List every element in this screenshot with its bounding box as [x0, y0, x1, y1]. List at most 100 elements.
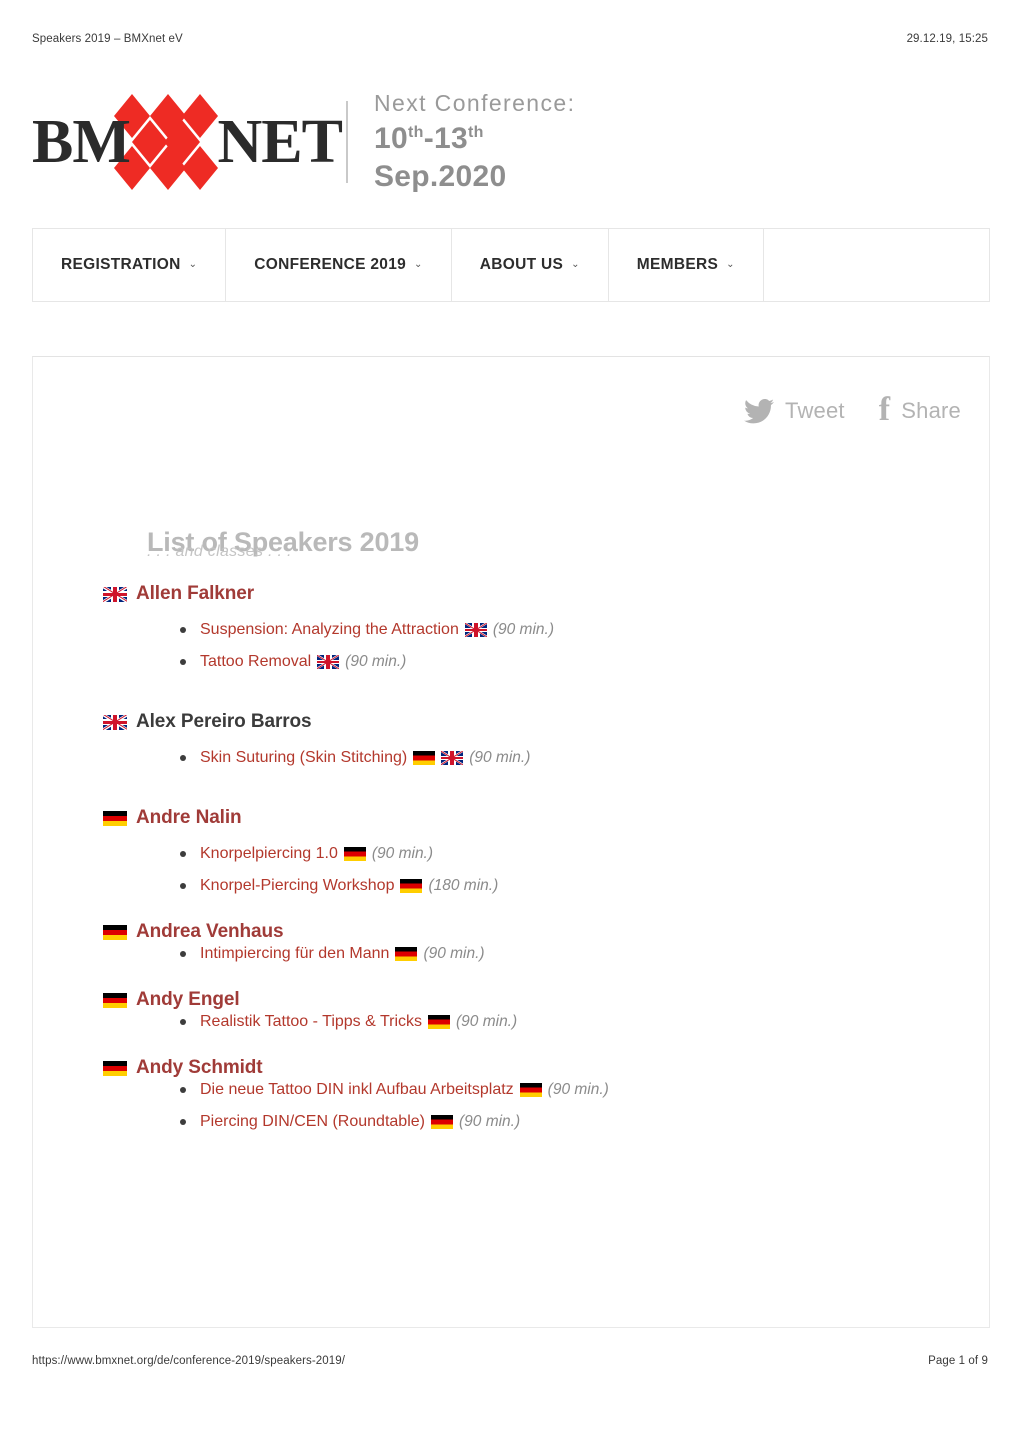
speaker-header: Andy Engel [33, 989, 991, 1011]
chevron-down-icon: ⌄ [726, 258, 735, 270]
logo-date-to-sup: th [467, 124, 484, 142]
print-header: Speakers 2019 – BMXnet eV 29.12.19, 15:2… [0, 33, 1020, 45]
speaker-header: Andrea Venhaus [33, 921, 991, 943]
speaker-entry: Andre Nalin Knorpelpiercing 1.0 (90 min.) K… [33, 807, 991, 895]
logo-x-diamond-icon [114, 94, 218, 190]
site-logo[interactable]: BMXXNET Next Conference: 10th-13th Sep.2… [32, 86, 592, 198]
print-header-title: Speakers 2019 – BMXnet eV [32, 33, 183, 45]
speaker-entry: Andy Engel Realistik Tattoo - Tipps & Tri… [33, 989, 991, 1031]
class-duration: (90 min.) [456, 1013, 518, 1030]
class-title[interactable]: Skin Suturing (Skin Stitching) [200, 749, 407, 767]
page-subtitle: . . . and classes . . . [147, 543, 292, 560]
class-title[interactable]: Intimpiercing für den Mann [200, 945, 389, 963]
speaker-entry: Andrea Venhaus Intimpiercing für den Mann… [33, 921, 991, 963]
class-item: Intimpiercing für den Mann (90 min.) [178, 945, 991, 963]
nav-item-members[interactable]: MEMBERS ⌄ [609, 229, 764, 301]
chevron-down-icon: ⌄ [571, 258, 580, 270]
nav-item-registration[interactable]: REGISTRATION ⌄ [33, 229, 227, 301]
speaker-name[interactable]: Andy Schmidt [136, 1057, 263, 1079]
class-title[interactable]: Tattoo Removal [200, 653, 311, 671]
class-item: Tattoo Removal (90 min.) [178, 653, 991, 671]
class-item: Realistik Tattoo - Tipps & Tricks (90 min… [178, 1013, 991, 1031]
print-footer: https://www.bmxnet.org/de/conference-201… [0, 1355, 1020, 1367]
speaker-classes: Die neue Tattoo DIN inkl Aufbau Arbeitsp… [33, 1081, 991, 1131]
nav-item-conference-2019[interactable]: CONFERENCE 2019 ⌄ [226, 229, 452, 301]
speaker-classes: Suspension: Analyzing the Attraction (90 … [33, 621, 991, 671]
speaker-header: Alex Pereiro Barros [33, 711, 991, 733]
flag-uk-icon [103, 714, 127, 730]
flag-germany-icon [103, 1060, 127, 1076]
flag-germany-icon [430, 1115, 453, 1129]
speaker-classes: Realistik Tattoo - Tipps & Tricks (90 min… [33, 1013, 991, 1031]
speaker-entry: Alex Pereiro Barros Skin Suturing (Skin S… [33, 711, 991, 767]
class-duration: (90 min.) [371, 845, 434, 862]
class-item: Knorpel-Piercing Workshop (180 min.) [178, 877, 991, 895]
logo-date-month: Sep.2020 [374, 159, 507, 193]
logo-date-from-sup: th [407, 124, 424, 142]
speaker-classes: Intimpiercing für den Mann (90 min.) [33, 945, 991, 963]
speaker-name[interactable]: Andre Nalin [136, 807, 242, 829]
nav-item-about-us[interactable]: ABOUT US ⌄ [452, 229, 609, 301]
tweet-button[interactable]: Tweet [744, 398, 845, 424]
flag-uk-icon [317, 655, 340, 669]
nav-item-label: ABOUT US [479, 256, 564, 273]
nav-empty-cell [764, 229, 989, 301]
chevron-down-icon: ⌄ [414, 258, 423, 270]
flag-germany-icon [103, 992, 127, 1008]
class-duration: (90 min.) [547, 1081, 609, 1098]
speaker-classes: Skin Suturing (Skin Stitching) (90 min.) [33, 749, 991, 767]
logo-divider [346, 101, 348, 183]
class-title[interactable]: Suspension: Analyzing the Attraction [200, 621, 459, 639]
logo-mark: BMXXNET [32, 87, 343, 197]
class-title[interactable]: Piercing DIN/CEN (Roundtable) [200, 1113, 425, 1131]
logo-date-dash: - [423, 122, 434, 156]
class-duration: (90 min.) [345, 653, 407, 670]
flag-germany-icon [103, 810, 127, 826]
class-duration: (90 min.) [458, 1113, 521, 1130]
print-header-timestamp: 29.12.19, 15:25 [906, 33, 988, 45]
flag-germany-icon [395, 947, 418, 961]
facebook-icon: f [878, 391, 891, 428]
social-share-row: Tweet f Share [744, 391, 961, 428]
flag-germany-icon [400, 879, 423, 893]
logo-word-net: NET [217, 107, 342, 176]
flag-uk-icon [464, 623, 487, 637]
class-title[interactable]: Die neue Tattoo DIN inkl Aufbau Arbeitsp… [200, 1081, 514, 1099]
nav-item-label: CONFERENCE 2019 [254, 256, 407, 273]
speaker-header: Allen Falkner [33, 583, 991, 605]
flag-germany-icon [428, 1015, 450, 1029]
class-duration: (180 min.) [428, 877, 499, 894]
logo-tagline-line2: 10th-13th Sep.2020 [374, 120, 592, 195]
flag-uk-icon [103, 586, 127, 602]
speaker-name[interactable]: Andrea Venhaus [136, 921, 284, 943]
speaker-header: Andre Nalin [33, 807, 991, 829]
facebook-share-button[interactable]: f Share [878, 391, 961, 428]
speakers-list: Allen Falkner Suspension: Analyzing the A… [33, 583, 991, 1131]
class-title[interactable]: Knorpelpiercing 1.0 [200, 845, 338, 863]
class-duration: (90 min.) [492, 621, 554, 638]
facebook-share-label: Share [901, 398, 961, 423]
speaker-classes: Knorpelpiercing 1.0 (90 min.) Knorpel-Pier… [33, 845, 991, 895]
class-item: Suspension: Analyzing the Attraction (90 … [178, 621, 991, 639]
class-title[interactable]: Realistik Tattoo - Tipps & Tricks [200, 1013, 422, 1031]
speaker-entry: Andy Schmidt Die neue Tattoo DIN inkl Auf… [33, 1057, 991, 1131]
speaker-name[interactable]: Andy Engel [136, 989, 240, 1011]
logo-tagline: Next Conference: 10th-13th Sep.2020 [374, 89, 592, 196]
speaker-header: Andy Schmidt [33, 1057, 991, 1079]
flag-germany-icon [519, 1083, 542, 1097]
class-title[interactable]: Knorpel-Piercing Workshop [200, 877, 394, 895]
class-item: Skin Suturing (Skin Stitching) (90 min.) [178, 749, 991, 767]
print-footer-page: Page 1 of 9 [928, 1355, 988, 1367]
speaker-name: Alex Pereiro Barros [136, 711, 312, 732]
print-footer-url: https://www.bmxnet.org/de/conference-201… [32, 1355, 346, 1367]
class-duration: (90 min.) [469, 749, 531, 766]
flag-germany-icon [343, 847, 366, 861]
speaker-entry: Allen Falkner Suspension: Analyzing the A… [33, 583, 991, 671]
speaker-name[interactable]: Allen Falkner [136, 583, 254, 605]
flag-germany-icon [103, 924, 127, 940]
content-panel: Tweet f Share List of Speakers 2019 . . … [32, 356, 990, 1328]
flag-germany-icon [413, 751, 436, 765]
twitter-bird-icon [744, 398, 775, 424]
flag-uk-icon [441, 751, 464, 765]
tweet-label: Tweet [785, 398, 845, 423]
